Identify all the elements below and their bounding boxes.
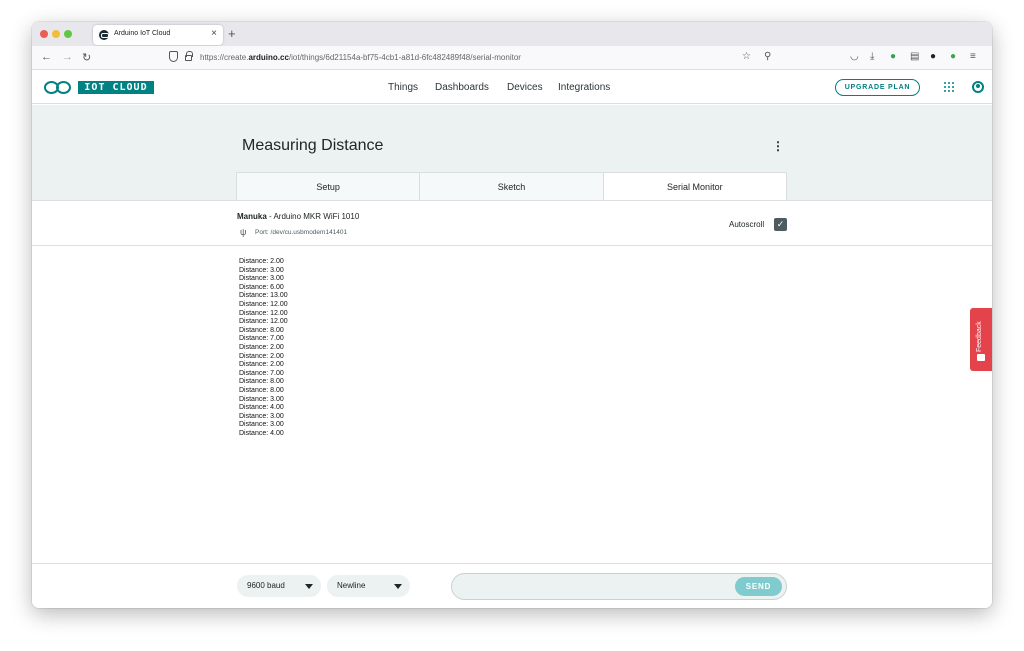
serial-monitor-footer: 9600 baud Newline SEND [32,563,992,608]
browser-tab-bar: Arduino IoT Cloud × + [32,22,992,46]
monitor-line: Distance: 3.00 [239,421,284,429]
iot-cloud-logo[interactable]: IOT CLOUD [78,81,154,94]
usb-icon: ψ [240,227,247,237]
baud-rate-value: 9600 baud [247,581,285,590]
lock-icon[interactable] [185,51,193,61]
reload-icon[interactable]: ↻ [82,51,91,64]
monitor-line: Distance: 4.00 [239,429,284,437]
feedback-icon [977,354,985,361]
tab-serial-monitor[interactable]: Serial Monitor [602,172,787,200]
evernote-icon[interactable]: ● [950,51,956,62]
send-button[interactable]: SEND [735,577,782,596]
monitor-line: Distance: 3.00 [239,275,284,283]
tab-setup[interactable]: Setup [236,172,421,200]
chevron-down-icon [305,584,313,589]
monitor-line: Distance: 3.00 [239,266,284,274]
monitor-line: Distance: 8.00 [239,326,284,334]
monitor-line: Distance: 8.00 [239,386,284,394]
tab-sketch[interactable]: Sketch [419,172,604,200]
reader-view-icon[interactable]: ▤ [910,51,919,62]
device-bar: Manuka - Arduino MKR WiFi 1010 ψ Port: /… [32,200,992,246]
monitor-line: Distance: 12.00 [239,318,288,326]
feedback-label: Feedback [976,321,983,352]
upgrade-plan-button[interactable]: UPGRADE PLAN [835,79,920,96]
close-window-button[interactable] [40,30,48,38]
autoscroll-label: Autoscroll [729,220,765,229]
monitor-line: Distance: 3.00 [239,395,284,403]
monitor-line: Distance: 2.00 [239,343,284,351]
monitor-line: Distance: 2.00 [239,352,284,360]
autoscroll-checkbox[interactable]: ✓ [774,218,787,231]
arduino-favicon-icon [99,30,109,40]
monitor-line: Distance: 12.00 [239,309,288,317]
arduino-logo-icon[interactable] [44,81,74,95]
nav-things[interactable]: Things [388,82,418,93]
back-arrow-icon[interactable]: ← [41,51,52,63]
monitor-line: Distance: 12.00 [239,300,288,308]
menu-hamburger-icon[interactable]: ≡ [970,51,976,62]
monitor-line: Distance: 2.00 [239,258,284,265]
bookmark-star-icon[interactable]: ☆ [742,51,751,62]
thing-tabs: Setup Sketch Serial Monitor [236,172,787,200]
user-account-icon[interactable] [972,81,984,93]
extension-green-icon[interactable]: ● [890,51,896,62]
monitor-line: Distance: 7.00 [239,335,284,343]
extension-puzzle-icon[interactable]: ⚲ [764,51,771,62]
new-tab-button[interactable]: + [228,26,236,41]
url-text[interactable]: https://create.arduino.cc/iot/things/6d2… [200,53,521,62]
maximize-window-button[interactable] [64,30,72,38]
browser-window: Arduino IoT Cloud × + ← → ↻ https://crea… [32,22,992,608]
page-title: Measuring Distance [242,137,384,154]
nav-devices[interactable]: Devices [507,82,543,93]
line-ending-select[interactable]: Newline [327,575,410,597]
monitor-line: Distance: 6.00 [239,283,284,291]
nav-dashboards[interactable]: Dashboards [435,82,489,93]
extension-dark-icon[interactable]: ● [930,51,936,62]
nav-integrations[interactable]: Integrations [558,82,610,93]
monitor-line: Distance: 3.00 [239,412,284,420]
message-input[interactable] [462,578,722,596]
app-header: IOT CLOUD Things Dashboards Devices Inte… [32,71,992,104]
message-field: SEND [451,573,787,600]
port-label: Port: /dev/cu.usbmodem141401 [255,229,348,236]
chevron-down-icon [394,584,402,589]
device-name: Manuka - Arduino MKR WiFi 1010 [237,212,360,221]
browser-tab-title: Arduino IoT Cloud [114,30,171,37]
pocket-icon[interactable]: ◡ [850,51,859,62]
close-tab-icon[interactable]: × [211,28,217,39]
monitor-line: Distance: 8.00 [239,378,284,386]
baud-rate-select[interactable]: 9600 baud [237,575,321,597]
more-options-icon[interactable]: ⋮ [772,139,784,153]
monitor-line: Distance: 7.00 [239,369,284,377]
monitor-line: Distance: 4.00 [239,404,284,412]
serial-monitor-output[interactable]: Distance: 2.00 Distance: 3.00 Distance: 3.… [239,258,739,558]
download-icon[interactable]: ⤓ [870,51,874,62]
monitor-line: Distance: 2.00 [239,361,284,369]
line-ending-value: Newline [337,581,366,590]
apps-grid-icon[interactable] [944,82,955,93]
monitor-line: Distance: 13.00 [239,292,288,300]
minimize-window-button[interactable] [52,30,60,38]
tracking-protection-icon[interactable] [169,51,178,62]
feedback-tab[interactable]: Feedback [970,308,992,371]
forward-arrow-icon[interactable]: → [62,51,73,63]
browser-tab[interactable]: Arduino IoT Cloud × [93,25,223,45]
